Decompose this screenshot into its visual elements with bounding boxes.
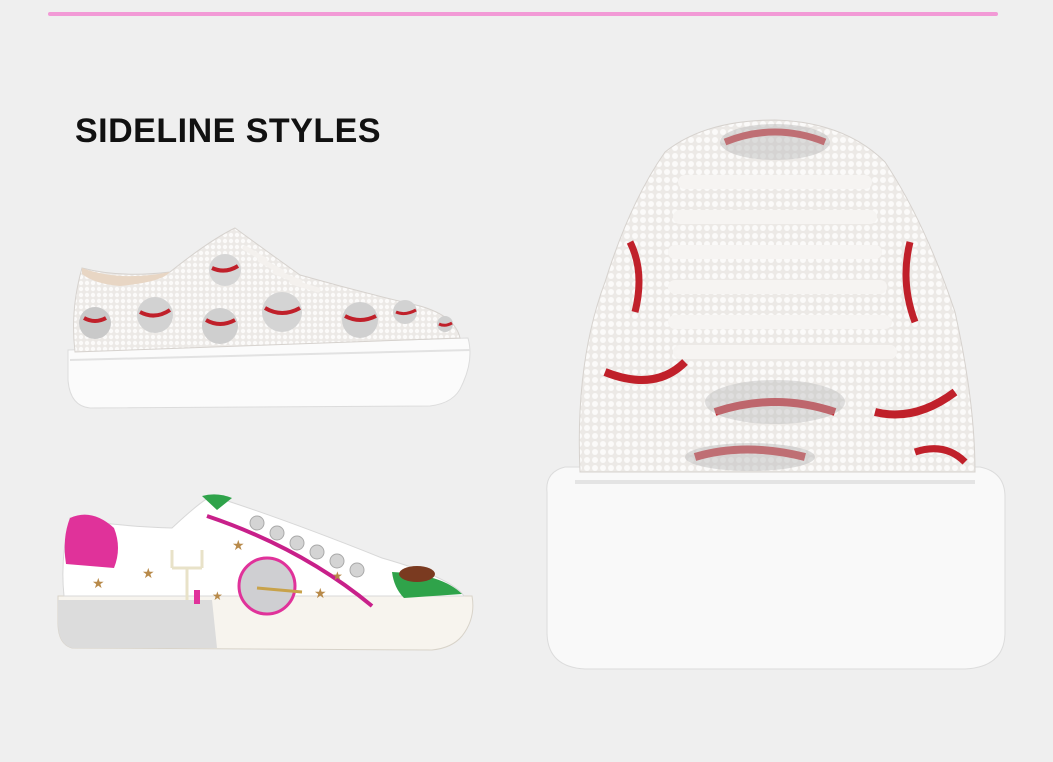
football-sneaker-side-illustration: ★ ★ ★ ★ ★ ★: [57, 494, 474, 651]
baseball-sneaker-side-illustration: [67, 227, 471, 409]
svg-text:★: ★: [142, 566, 155, 582]
product-image-baseball-sneaker-side[interactable]: [60, 220, 480, 420]
accent-divider: [48, 12, 998, 16]
svg-text:★: ★: [92, 576, 105, 592]
section-title: SIDELINE STYLES: [75, 112, 381, 150]
svg-text:★: ★: [212, 589, 223, 603]
baseball-sneaker-front-illustration: [546, 119, 1006, 670]
svg-text:★: ★: [332, 569, 343, 583]
svg-text:★: ★: [232, 538, 245, 554]
product-image-football-sneaker-side[interactable]: ★ ★ ★ ★ ★ ★: [52, 488, 482, 663]
product-image-baseball-sneaker-front[interactable]: [535, 112, 1015, 677]
svg-text:★: ★: [314, 586, 327, 602]
